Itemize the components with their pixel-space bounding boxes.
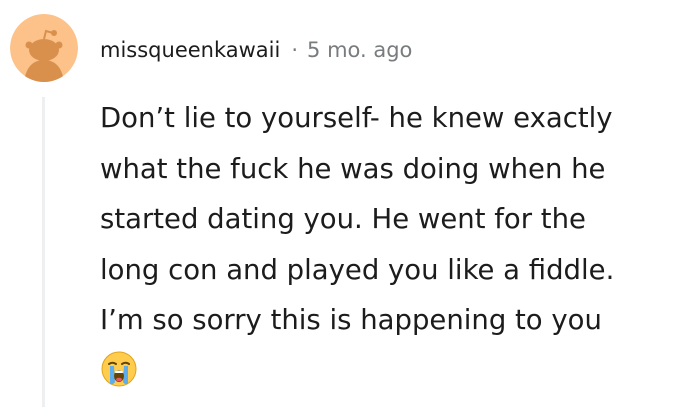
- comment-meta: missqueenkawaii · 5 mo. ago: [100, 33, 412, 67]
- comment-body: Don’t lie to yourself- he knew exactly w…: [100, 93, 700, 346]
- comment-timestamp[interactable]: 5 mo. ago: [307, 38, 412, 62]
- user-avatar[interactable]: [10, 14, 78, 82]
- comment-line: Don’t lie to yourself- he knew exactly: [100, 102, 613, 134]
- meta-separator: ·: [291, 38, 299, 62]
- comment-line: what the fuck he was doing when he: [100, 152, 606, 185]
- username-link[interactable]: missqueenkawaii: [100, 38, 280, 62]
- loudly-crying-face-icon: [101, 351, 137, 387]
- comment-line: started dating you. He went for the: [100, 203, 586, 235]
- comment-line: long con and played you like a fiddle.: [100, 253, 615, 286]
- thread-line[interactable]: [42, 97, 45, 407]
- comment-line: I’m so sorry this is happening to you: [100, 304, 602, 336]
- snoo-avatar-icon: [10, 14, 78, 82]
